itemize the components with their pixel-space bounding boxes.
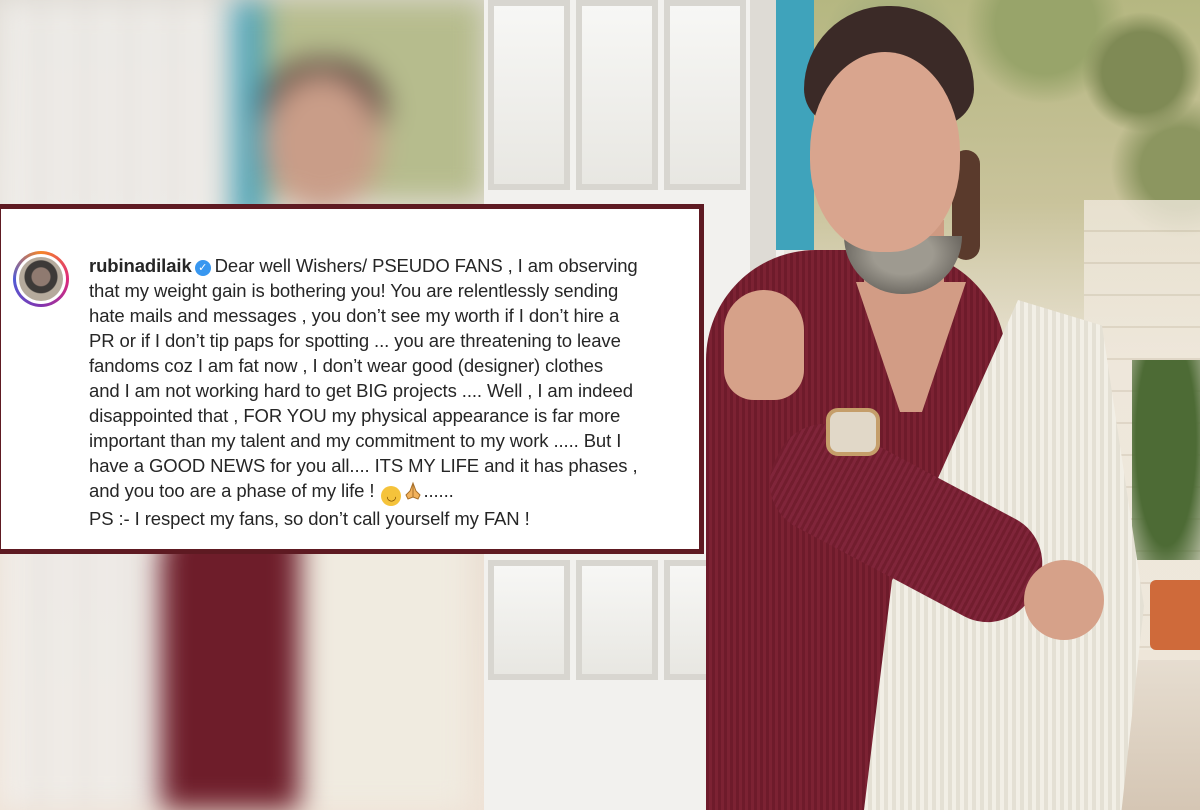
potted-plant	[1132, 360, 1200, 560]
caption-line: important than my talent and my commitme…	[89, 430, 622, 451]
ellipsis: ......	[423, 480, 454, 501]
verified-badge-icon: ✓	[194, 260, 211, 276]
caption: rubinadilaik ✓ Dear well Wishers/ PSEUDO F…	[89, 253, 695, 531]
caption-line: PS :- I respect my fans, so don’t call y…	[89, 508, 530, 529]
caption-line: hate mails and messages , you don’t see …	[89, 305, 620, 326]
face	[810, 52, 960, 252]
caption-line: that my weight gain is bothering you! Yo…	[89, 280, 619, 301]
caption-line: Dear well Wishers/ PSEUDO FANS , I am ob…	[214, 255, 638, 276]
caption-line: PR or if I don’t tip paps for spotting .…	[89, 330, 621, 351]
folded-hands-icon	[405, 481, 422, 500]
wristwatch	[826, 408, 880, 456]
caption-line: and I am not working hard to get BIG pro…	[89, 380, 633, 401]
caption-line: and you too are a phase of my life !	[89, 480, 375, 501]
caption-line: have a GOOD NEWS for you all.... ITS MY …	[89, 455, 638, 476]
username[interactable]: rubinadilaik	[89, 255, 192, 276]
caption-line: fandoms coz I am fat now , I don’t wear …	[89, 355, 604, 376]
instagram-caption-card: rubinadilaik ✓ Dear well Wishers/ PSEUDO F…	[0, 204, 704, 554]
smiling-face-icon: ◡	[381, 486, 402, 506]
caption-line: disappointed that , FOR YOU my physical …	[89, 405, 621, 426]
avatar[interactable]	[13, 251, 69, 307]
